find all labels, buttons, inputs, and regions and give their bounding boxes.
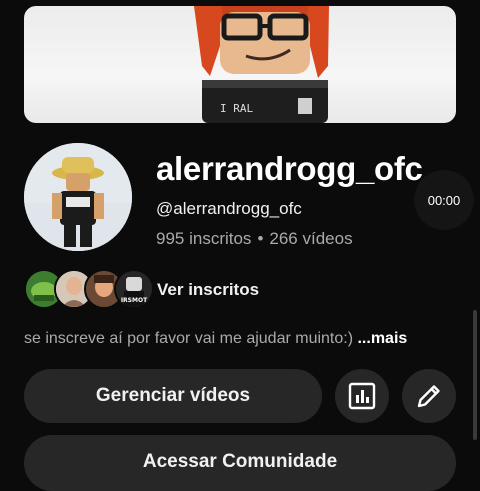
video-count: 266 vídeos <box>269 229 353 248</box>
channel-name: alerrandrogg_ofc <box>156 150 423 187</box>
channel-handle: @alerrandrogg_ofc <box>156 199 302 218</box>
channel-avatar[interactable] <box>24 143 132 251</box>
channel-avatar-image <box>24 143 132 251</box>
scrollbar[interactable] <box>473 310 477 440</box>
more-link[interactable]: ...mais <box>357 330 407 347</box>
stats-separator: • <box>257 229 264 248</box>
channel-banner[interactable]: I RAL <box>24 6 456 123</box>
subscriber-avatar-4-text: IRSMOT <box>121 297 148 304</box>
pencil-icon <box>417 385 440 408</box>
channel-description[interactable]: se inscreve aí por favor vai me ajudar m… <box>24 330 407 348</box>
channel-stats: 995 inscritos • 266 vídeos <box>156 229 353 249</box>
description-text: se inscreve aí por favor vai me ajudar m… <box>24 330 354 347</box>
edit-button[interactable] <box>402 369 456 423</box>
analytics-button[interactable] <box>335 369 389 423</box>
bar-chart-icon <box>348 382 376 410</box>
subscriber-count: 995 inscritos <box>156 229 252 248</box>
subscriber-avatar-4: IRSMOT <box>114 269 154 309</box>
community-button[interactable]: Acessar Comunidade <box>24 435 456 491</box>
svg-text:I RAL: I RAL <box>220 102 253 115</box>
manage-videos-button[interactable]: Gerenciar vídeos <box>24 369 322 423</box>
view-subscribers-link[interactable]: Ver inscritos <box>157 280 259 300</box>
video-time-badge: 00:00 <box>414 170 474 230</box>
banner-character-image: I RAL <box>194 6 329 123</box>
